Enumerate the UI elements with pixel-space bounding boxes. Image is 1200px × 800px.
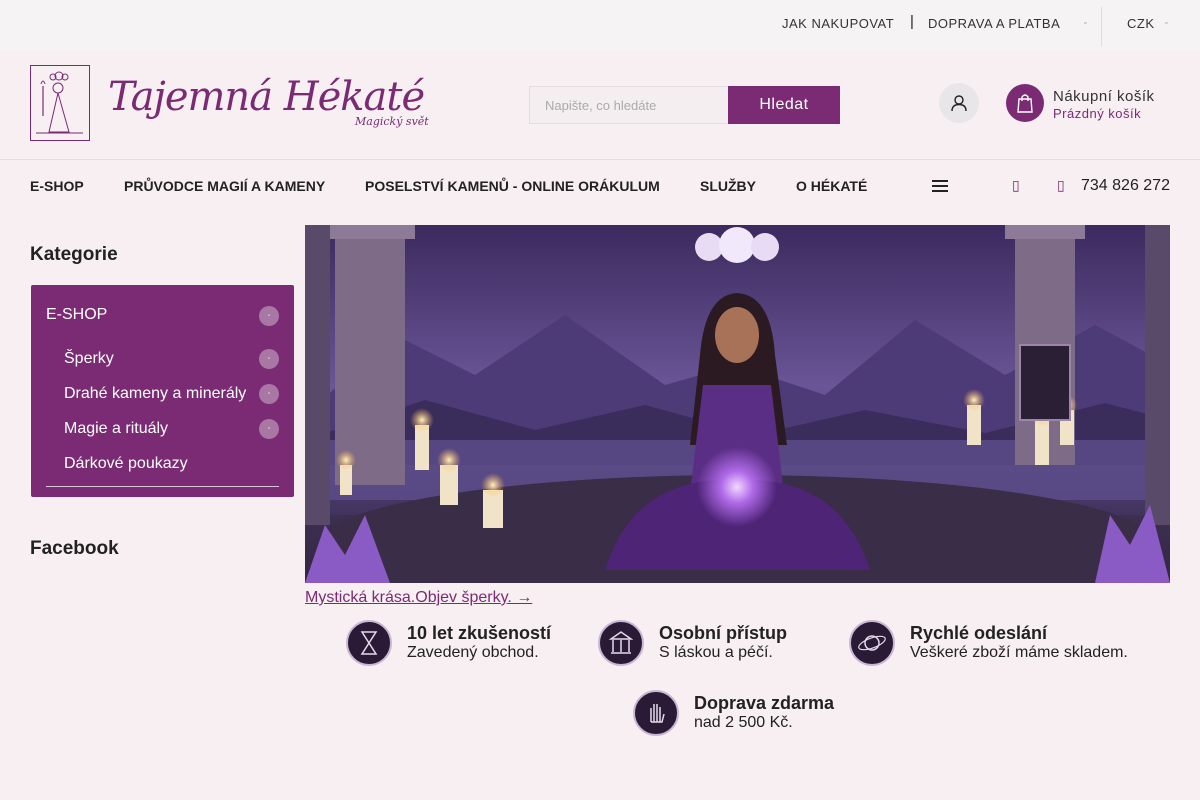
facebook-heading: Facebook bbox=[30, 538, 119, 559]
feature-subtitle: S láskou a péčí. bbox=[659, 644, 773, 661]
nav-item-sluzby[interactable]: SLUŽBY bbox=[700, 178, 756, 194]
top-utility-bar: JAK NAKUPOVAT | DOPRAVA A PLATBA ▫ CZK ▫ bbox=[0, 0, 1200, 50]
feature-subtitle: Zavedený obchod. bbox=[407, 644, 539, 661]
categories-heading: Kategorie bbox=[30, 244, 118, 265]
category-sperky[interactable]: Šperky bbox=[64, 350, 114, 368]
category-eshop[interactable]: E-SHOP bbox=[46, 306, 107, 324]
more-links-chevron-icon[interactable]: ▫ bbox=[1084, 20, 1086, 27]
feature-subtitle: nad 2 500 Kč. bbox=[694, 714, 793, 731]
category-magie[interactable]: Magie a rituály bbox=[64, 420, 168, 438]
currency-selector[interactable]: CZK bbox=[1127, 16, 1155, 31]
cart-button[interactable] bbox=[1006, 84, 1044, 122]
hero-banner-link[interactable]: Mystická krása.Objev šperky. → bbox=[305, 589, 532, 607]
category-poukazy[interactable]: Dárkové poukazy bbox=[64, 455, 188, 473]
feature-subtitle: Veškeré zboží máme skladem. bbox=[910, 644, 1128, 661]
main-navigation: E-SHOP PRŮVODCE MAGIÍ A KAMENY POSELSTVÍ… bbox=[0, 161, 1200, 209]
phone-number[interactable]: 734 826 272 bbox=[1081, 177, 1170, 195]
logo-goddess-icon[interactable] bbox=[30, 65, 90, 141]
phone-icon: ▯ bbox=[1057, 177, 1065, 193]
currency-chevron-icon[interactable]: ▫ bbox=[1165, 20, 1167, 27]
hero-banner-image[interactable] bbox=[305, 225, 1170, 583]
feature-title: 10 let zkušeností bbox=[407, 623, 552, 643]
hourglass-badge-icon bbox=[346, 620, 392, 666]
search-button[interactable]: Hledat bbox=[728, 86, 840, 124]
user-account-button[interactable] bbox=[939, 83, 979, 123]
feature-title: Doprava zdarma bbox=[694, 693, 835, 713]
expand-sperky-icon[interactable]: ▫ bbox=[259, 349, 279, 369]
category-menu: E-SHOP ▫ Šperky ▫ Drahé kameny a minerál… bbox=[31, 285, 294, 497]
expand-magie-icon[interactable]: ▫ bbox=[259, 419, 279, 439]
expand-kameny-icon[interactable]: ▫ bbox=[259, 384, 279, 404]
email-icon[interactable]: ▯ bbox=[1012, 177, 1020, 194]
nav-item-pruvodce[interactable]: PRŮVODCE MAGIÍ A KAMENY bbox=[124, 178, 325, 194]
planet-badge-icon bbox=[849, 620, 895, 666]
site-header: Tajemná Hékaté Magický svět Hledat Nákup… bbox=[0, 50, 1200, 160]
shopping-bag-icon bbox=[1017, 94, 1033, 113]
topbar-separator: | bbox=[910, 13, 914, 30]
topbar-divider bbox=[1101, 7, 1102, 46]
link-jak-nakupovat[interactable]: JAK NAKUPOVAT bbox=[782, 16, 894, 31]
cart-status: Prázdný košík bbox=[1053, 106, 1142, 121]
link-doprava-a-platba[interactable]: DOPRAVA A PLATBA bbox=[928, 16, 1060, 31]
feature-title: Osobní přístup bbox=[659, 623, 787, 643]
logo-subtitle: Magický svět bbox=[355, 115, 429, 128]
feature-title: Rychlé odeslání bbox=[910, 623, 1048, 643]
nav-item-eshop[interactable]: E-SHOP bbox=[30, 178, 84, 194]
hand-badge-icon bbox=[633, 690, 679, 736]
user-icon bbox=[951, 95, 967, 112]
menu-icon[interactable] bbox=[932, 180, 948, 195]
temple-badge-icon bbox=[598, 620, 644, 666]
cart-title[interactable]: Nákupní košík bbox=[1053, 88, 1155, 105]
category-divider bbox=[46, 486, 279, 487]
nav-item-poselstvi[interactable]: POSELSTVÍ KAMENŮ - ONLINE ORÁKULUM bbox=[365, 178, 660, 194]
logo-text[interactable]: Tajemná Hékaté bbox=[108, 74, 425, 120]
nav-item-o-hekate[interactable]: O HÉKATÉ bbox=[796, 178, 867, 194]
category-drahe-kameny[interactable]: Drahé kameny a minerály bbox=[64, 385, 246, 403]
expand-eshop-icon[interactable]: ▫ bbox=[259, 306, 279, 326]
search-input[interactable] bbox=[529, 86, 729, 124]
